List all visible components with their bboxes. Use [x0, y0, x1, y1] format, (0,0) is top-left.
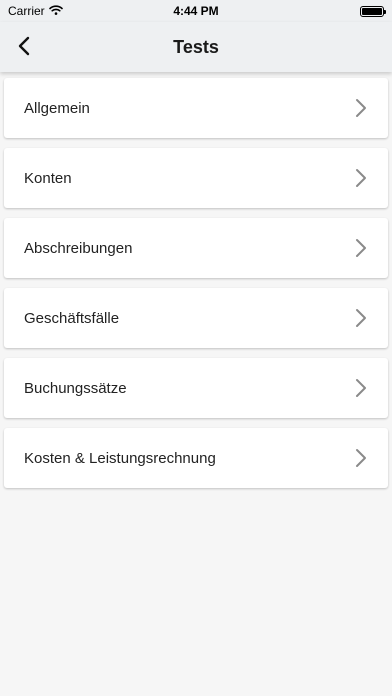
status-bar: Carrier 4:44 PM: [0, 0, 392, 22]
chevron-right-icon: [354, 448, 368, 468]
battery-fill: [361, 7, 382, 15]
list-item-label: Allgemein: [24, 99, 90, 117]
list-item-konten[interactable]: Konten: [4, 148, 388, 208]
chevron-right-icon: [354, 378, 368, 398]
list-item-allgemein[interactable]: Allgemein: [4, 78, 388, 138]
wifi-icon: [48, 4, 63, 18]
list-item-label: Buchungssätze: [24, 379, 127, 397]
chevron-right-icon: [354, 308, 368, 328]
status-left: Carrier: [8, 4, 98, 18]
chevron-right-icon: [354, 238, 368, 258]
list-item-buchungssaetze[interactable]: Buchungssätze: [4, 358, 388, 418]
list-item-label: Geschäftsfälle: [24, 309, 120, 327]
navigation-bar: Tests: [0, 22, 392, 72]
carrier-label: Carrier: [8, 4, 45, 18]
back-button[interactable]: [8, 30, 40, 62]
test-category-list: Allgemein Konten Abschreibungen Geschäft…: [0, 78, 392, 498]
chevron-right-icon: [354, 168, 368, 188]
list-item-label: Kosten & Leistungsrechnung: [24, 449, 216, 467]
battery-icon: [359, 5, 386, 17]
list-item-abschreibungen[interactable]: Abschreibungen: [4, 218, 388, 278]
list-item-kosten-leistungsrechnung[interactable]: Kosten & Leistungsrechnung: [4, 428, 388, 488]
chevron-left-icon: [18, 36, 30, 56]
list-item-label: Konten: [24, 169, 72, 187]
chevron-right-icon: [354, 98, 368, 118]
list-item-label: Abschreibungen: [24, 239, 133, 257]
page-title: Tests: [173, 36, 219, 57]
status-right: [294, 5, 386, 17]
status-time: 4:44 PM: [173, 4, 219, 18]
list-item-geschaeftsfaelle[interactable]: Geschäftsfälle: [4, 288, 388, 348]
